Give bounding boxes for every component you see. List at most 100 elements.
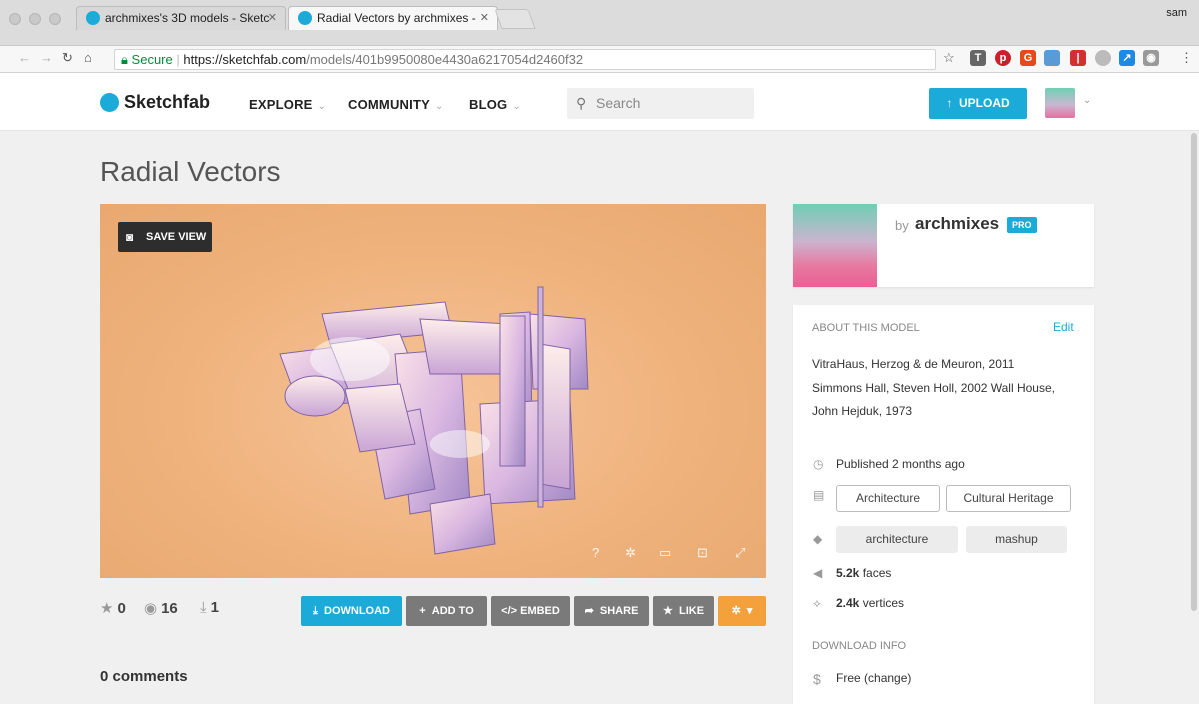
close-tab-icon[interactable]: ✕ — [480, 7, 489, 29]
vertices-count: 2.4k vertices — [836, 596, 904, 610]
download-count: ⤓ 1 — [200, 599, 219, 616]
browser-tab-active[interactable]: Radial Vectors by archmixes - ✕ — [288, 6, 498, 30]
back-icon[interactable]: ← — [18, 50, 31, 65]
tag-pill[interactable]: mashup — [966, 526, 1067, 553]
star-icon: ★ — [100, 600, 114, 617]
embed-label: EMBED — [520, 605, 560, 617]
document-icon[interactable] — [1044, 50, 1060, 66]
home-icon[interactable]: ⌂ — [84, 50, 92, 65]
extension-icon[interactable]: ↗ — [1119, 50, 1135, 66]
category-pill[interactable]: Architecture — [836, 485, 940, 512]
download-icon: ⤓ — [313, 605, 318, 617]
author-name-link[interactable]: archmixes — [915, 214, 999, 234]
extension-icon[interactable]: T — [970, 50, 986, 66]
tag-icon: ◆ — [813, 532, 823, 546]
save-view-label: SAVE VIEW — [146, 231, 207, 243]
nav-label: EXPLORE — [249, 97, 313, 112]
tab-title: Radial Vectors by archmixes - — [317, 11, 476, 25]
extension-icon[interactable]: G — [1020, 50, 1036, 66]
bookmark-star-icon[interactable]: ☆ — [943, 50, 955, 66]
close-tab-icon[interactable]: ✕ — [268, 7, 277, 29]
pinterest-icon[interactable]: p — [995, 50, 1011, 66]
like-button[interactable]: ★ LIKE — [653, 596, 714, 626]
share-button[interactable]: ➦ SHARE — [574, 596, 649, 626]
add-to-button[interactable]: + ADD TO — [406, 596, 487, 626]
arrow-up-icon: ↑ — [946, 96, 953, 110]
upload-button[interactable]: ↑ UPLOAD — [929, 88, 1027, 119]
nav-blog[interactable]: BLOG ⌄ — [469, 97, 521, 112]
category-label: Architecture — [855, 491, 921, 505]
nav-explore[interactable]: EXPLORE ⌄ — [249, 97, 326, 112]
extension-icon[interactable] — [1095, 50, 1111, 66]
save-view-button[interactable]: ◙ SAVE VIEW — [118, 222, 212, 252]
profile-name[interactable]: sam — [1166, 7, 1187, 19]
logo-text: Sketchfab — [124, 92, 211, 112]
edit-link[interactable]: Edit — [1053, 320, 1074, 334]
dollar-icon: $ — [813, 671, 821, 687]
model-thumbnail[interactable] — [793, 204, 877, 287]
category-label: Cultural Heritage — [963, 491, 1054, 505]
sketchfab-logo[interactable]: Sketchfab — [100, 92, 210, 113]
search-icon: ⚲ — [576, 95, 587, 111]
download-label: DOWNLOAD — [324, 605, 390, 617]
fullscreen-icon[interactable]: ⤢ — [735, 545, 745, 561]
vertex-icon: ⟡ — [813, 596, 821, 610]
search-input[interactable]: ⚲ Search — [567, 88, 754, 119]
vr-icon[interactable]: ▭ — [659, 545, 671, 561]
gear-icon[interactable]: ✲ — [625, 545, 636, 561]
vertices-label: vertices — [862, 596, 905, 610]
url-path: /models/401b9950080e4430a6217054d2460f32 — [306, 52, 584, 67]
description-line: Simmons Hall, Steven Holl, 2002 Wall Hou… — [812, 381, 1055, 395]
price-info: Free (change) — [836, 671, 911, 685]
star-icon: ★ — [662, 605, 673, 617]
download-button[interactable]: ⤓ DOWNLOAD — [301, 596, 402, 626]
chevron-down-icon: ⌄ — [512, 101, 521, 112]
category-pill[interactable]: Cultural Heritage — [946, 485, 1071, 512]
sketchfab-favicon-icon — [298, 11, 312, 25]
page-title: Radial Vectors — [100, 156, 281, 187]
scrollbar-thumb[interactable] — [1191, 133, 1197, 611]
menu-icon[interactable]: ⋮ — [1180, 50, 1193, 66]
search-placeholder: Search — [596, 95, 641, 111]
avatar[interactable] — [1045, 88, 1075, 118]
faces-icon: ◀ — [813, 566, 823, 580]
comments-heading: 0 comments — [100, 668, 188, 685]
model-viewer[interactable] — [100, 204, 766, 578]
nav-label: COMMUNITY — [348, 97, 430, 112]
view-count-value: 16 — [161, 600, 178, 617]
minimize-window-icon[interactable] — [29, 13, 41, 25]
tab-title: archmixes's 3D models - Sketc — [105, 11, 270, 25]
url-domain: https://sketchfab.com — [183, 52, 307, 67]
help-icon[interactable]: ? — [592, 545, 599, 560]
cinema-icon[interactable]: ⊡ — [697, 545, 708, 561]
sketchfab-logo-icon — [100, 93, 119, 112]
browser-tab[interactable]: archmixes's 3D models - Sketc ✕ — [76, 6, 286, 30]
tag-pill[interactable]: architecture — [836, 526, 958, 553]
embed-button[interactable]: </> EMBED — [491, 596, 570, 626]
upload-label: UPLOAD — [959, 96, 1010, 110]
reload-icon[interactable]: ↻ — [62, 50, 73, 66]
lock-icon: 🔒︎ — [121, 52, 128, 67]
nav-community[interactable]: COMMUNITY ⌄ — [348, 97, 444, 112]
extension-icon[interactable]: | — [1070, 50, 1086, 66]
faces-label: faces — [862, 566, 892, 580]
like-label: LIKE — [678, 605, 705, 617]
caret-down-icon: ▾ — [746, 605, 753, 617]
published-date: Published 2 months ago — [836, 457, 965, 471]
camera-icon[interactable]: ◉ — [1143, 50, 1159, 66]
eye-icon: ◉ — [144, 600, 158, 617]
like-count-value: 0 — [117, 600, 126, 617]
chevron-down-icon: ⌄ — [434, 101, 444, 112]
settings-dropdown-button[interactable]: ✲ ▾ — [718, 596, 766, 626]
forward-icon[interactable]: → — [40, 50, 53, 65]
close-window-icon[interactable] — [9, 13, 21, 25]
price-change-link[interactable]: (change) — [864, 671, 911, 685]
sketchfab-favicon-icon — [86, 11, 100, 25]
code-icon: </> — [501, 605, 518, 617]
address-bar[interactable]: 🔒︎ Secure | https://sketchfab.com/models… — [114, 49, 936, 70]
new-tab-button[interactable] — [494, 9, 536, 29]
secure-label: Secure — [131, 52, 173, 67]
chevron-down-icon[interactable]: ⌄ — [1083, 95, 1091, 106]
maximize-window-icon[interactable] — [49, 13, 61, 25]
browser-toolbar: ← → ↻ ⌂ 🔒︎ Secure | https://sketchfab.co… — [0, 46, 1199, 73]
